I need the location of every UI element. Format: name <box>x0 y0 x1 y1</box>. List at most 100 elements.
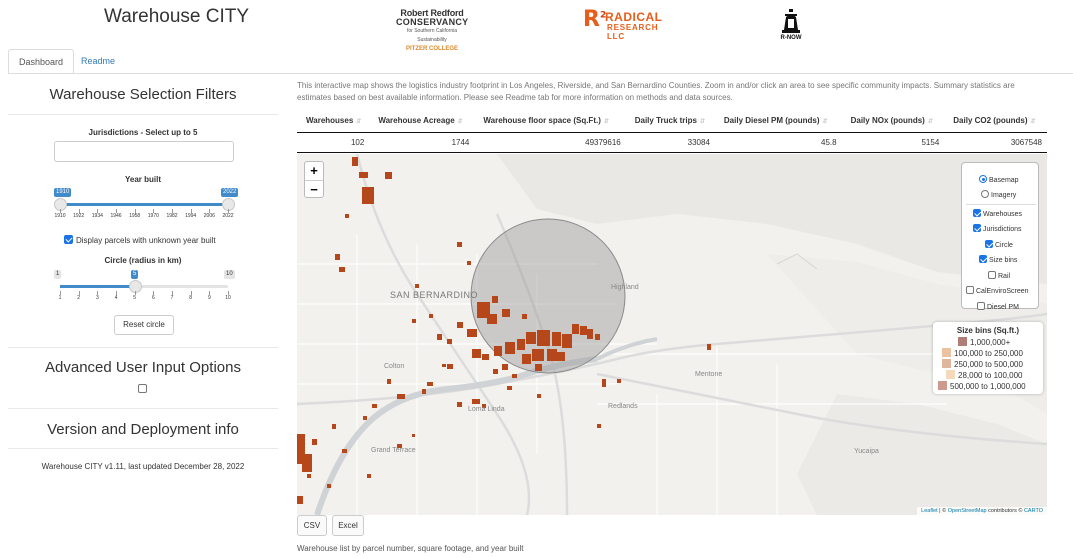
column-header[interactable]: Warehouse Acreage ⇵ <box>369 109 475 133</box>
checkbox-icon <box>985 240 993 248</box>
legend-item: 1,000,000+ <box>958 337 1010 348</box>
overlay-size-bins[interactable]: Size bins <box>979 255 1017 266</box>
osm-link[interactable]: OpenStreetMap <box>948 508 987 514</box>
overlay-rail[interactable]: Rail <box>988 271 1010 282</box>
slider-tick-label: 7 <box>170 295 174 301</box>
year-max-bubble: 2022 <box>221 188 239 197</box>
slider-tick-label: 8 <box>189 295 193 301</box>
r-now-bell-logo: R-NOW <box>777 8 805 42</box>
unknown-year-label: Display parcels with unknown year built <box>76 236 216 245</box>
carto-link[interactable]: CARTO <box>1024 508 1043 514</box>
slider-tick-label: 1982 <box>166 213 178 219</box>
app-header: Warehouse CITY Robert Redford CONSERVANC… <box>0 0 1073 53</box>
app-title: Warehouse CITY <box>104 6 250 27</box>
column-header[interactable]: Daily Truck trips ⇵ <box>625 109 715 133</box>
version-title: Version and Deployment info <box>47 421 239 438</box>
column-header[interactable]: Daily Diesel PM (pounds) ⇵ <box>714 109 842 133</box>
table-cell: 102 <box>297 132 370 153</box>
legend-swatch <box>946 370 955 379</box>
slider-tick-label: 5 <box>133 295 137 301</box>
slider-tick-label: 9 <box>207 295 211 301</box>
slider-tick-label: 1946 <box>110 213 122 219</box>
table-cell: 3067548 <box>944 132 1047 153</box>
table-cell: 1744 <box>369 132 475 153</box>
checkbox-icon <box>977 302 985 310</box>
checkbox-icon <box>979 255 987 263</box>
radio-icon <box>979 175 987 183</box>
map-label-yucaipa: Yucaipa <box>854 448 879 455</box>
slider-tick-label: 1 <box>58 295 62 301</box>
overlay-circle[interactable]: Circle <box>985 240 1013 251</box>
layer-imagery[interactable]: Imagery <box>981 190 1016 201</box>
slider-tick-label: 3 <box>95 295 99 301</box>
legend-item: 28,000 to 100,000 <box>946 370 1023 381</box>
overlay-jurisdictions[interactable]: Jurisdictions <box>973 224 1022 235</box>
overlay-diesel-pm[interactable]: Diesel PM <box>977 302 1019 313</box>
table-cell: 33084 <box>625 132 715 153</box>
excel-button[interactable]: Excel <box>332 515 364 536</box>
legend-swatch <box>958 337 967 346</box>
divider <box>8 114 278 115</box>
slider-tick-label: 2006 <box>203 213 215 219</box>
legend-swatch <box>938 381 947 390</box>
sort-icon: ⇵ <box>603 118 609 125</box>
divider <box>966 204 1036 205</box>
sort-icon: ⇵ <box>927 118 933 125</box>
csv-button[interactable]: CSV <box>297 515 327 536</box>
slider-tick-label: 1934 <box>91 213 103 219</box>
slider-tick-label: 1970 <box>147 213 159 219</box>
column-header[interactable]: Warehouses ⇵ <box>297 109 370 133</box>
table-header-row: Warehouses ⇵ Warehouse Acreage ⇵ Warehouse… <box>297 109 1047 133</box>
tab-readme[interactable]: Readme <box>71 49 125 74</box>
radio-icon <box>981 190 989 198</box>
circle-radius-label: Circle (radius in km) <box>104 256 182 265</box>
slider-tick-label: 1994 <box>185 213 197 219</box>
column-header[interactable]: Warehouse floor space (Sq.Ft.) ⇵ <box>474 109 626 133</box>
table-cell: 45.8 <box>714 132 842 153</box>
warehouse-list-caption: Warehouse list by parcel number, square … <box>297 544 524 553</box>
zoom-in-button[interactable]: + <box>305 162 323 180</box>
size-bins-legend: Size bins (Sq.ft.) 1,000,000+ 100,000 to… <box>933 322 1043 394</box>
sort-icon: ⇵ <box>822 118 828 125</box>
tab-bar: Dashboard Readme <box>8 49 1073 74</box>
robert-redford-conservancy-logo: Robert Redford CONSERVANCY for Southern … <box>396 8 469 53</box>
jurisdictions-label: Jurisdictions - Select up to 5 <box>88 128 198 137</box>
sort-icon: ⇵ <box>457 118 463 125</box>
advanced-options-checkbox[interactable] <box>138 384 147 393</box>
circle-value-bubble: 5 <box>131 270 139 279</box>
circle-min-bubble: 1 <box>54 270 62 279</box>
overlay-calenviroscreen[interactable]: CalEnviroScreen <box>966 286 1029 297</box>
tab-dashboard[interactable]: Dashboard <box>8 49 75 74</box>
slider-tick-label: 2022 <box>222 213 234 219</box>
checkbox-icon <box>966 286 974 294</box>
unknown-year-checkbox[interactable] <box>64 235 73 244</box>
unknown-year-option[interactable]: Display parcels with unknown year built <box>64 235 216 246</box>
checkbox-icon <box>973 224 981 232</box>
sidebar: Warehouse Selection Filters Jurisdiction… <box>8 76 278 556</box>
checkbox-icon <box>988 271 996 279</box>
layer-control: Basemap Imagery Warehouses Jurisdictions… <box>961 162 1039 311</box>
overlay-warehouses[interactable]: Warehouses <box>973 209 1022 220</box>
layer-basemap[interactable]: Basemap <box>979 175 1019 186</box>
intro-text: This interactive map shows the logistics… <box>297 81 1015 102</box>
leaflet-link[interactable]: Leaflet <box>921 508 938 514</box>
reset-circle-button[interactable]: Reset circle <box>114 315 174 335</box>
warehouse-map[interactable]: SAN BERNARDINO Highland Colton Mentone L… <box>297 154 1047 515</box>
summary-stats-table: Warehouses ⇵ Warehouse Acreage ⇵ Warehouse… <box>297 109 1047 153</box>
year-built-slider[interactable]: 1910 2022 1910 1922 1934 1946 1958 1970 1982 19… <box>54 188 239 224</box>
table-cell: 5154 <box>841 132 945 153</box>
column-header[interactable]: Daily CO2 (pounds) ⇵ <box>944 109 1047 133</box>
divider <box>8 408 278 409</box>
column-header[interactable]: Daily NOx (pounds) ⇵ <box>841 109 945 133</box>
legend-item: 500,000 to 1,000,000 <box>938 381 1026 392</box>
slider-fill <box>60 285 135 288</box>
map-label-highland: Highland <box>611 284 639 291</box>
circle-max-bubble: 10 <box>224 270 235 279</box>
circle-radius-slider[interactable]: 1 5 10 1 2 3 4 5 6 7 8 9 10 <box>54 270 238 306</box>
main-panel: This interactive map shows the logistics… <box>297 76 1047 556</box>
zoom-out-button[interactable]: − <box>305 180 323 198</box>
table-row: 102 1744 49379616 33084 45.8 5154 306754… <box>297 132 1047 153</box>
map-label-san-bernardino: SAN BERNARDINO <box>390 290 479 300</box>
jurisdictions-select-input[interactable] <box>54 141 234 162</box>
bell-icon <box>782 9 800 33</box>
